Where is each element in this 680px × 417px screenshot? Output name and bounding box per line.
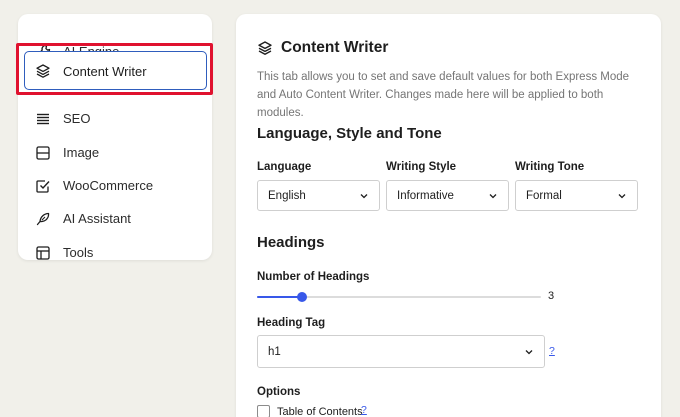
feather-icon xyxy=(35,211,51,227)
heading-tag-help-link[interactable]: ? xyxy=(549,345,555,357)
sidebar-item-seo[interactable]: SEO xyxy=(18,102,212,135)
chevron-down-icon xyxy=(618,194,626,199)
sidebar-item-label: Tools xyxy=(63,245,94,260)
language-label: Language xyxy=(257,161,312,173)
sidebar-item-label: Image xyxy=(63,145,100,160)
heading-tag-label: Heading Tag xyxy=(257,317,326,329)
writing-style-select-value: Informative xyxy=(397,189,454,202)
language-select[interactable]: English xyxy=(257,180,380,211)
page-title: Content Writer xyxy=(281,39,389,56)
sidebar-item-label: AI Assistant xyxy=(63,211,131,226)
chevron-down-icon xyxy=(360,194,368,199)
headings-slider-fill xyxy=(257,296,303,298)
heading-tag-select[interactable]: h1 xyxy=(257,335,545,368)
heading-tag-select-value: h1 xyxy=(268,345,281,358)
sidebar-item-label: WooCommerce xyxy=(63,178,154,193)
writing-tone-select[interactable]: Formal xyxy=(515,180,638,211)
lines-icon xyxy=(35,111,51,127)
language-select-value: English xyxy=(268,189,306,202)
layers-icon xyxy=(257,40,273,56)
image-icon xyxy=(35,145,51,161)
chevron-down-icon xyxy=(525,350,533,355)
number-of-headings-label: Number of Headings xyxy=(257,271,370,283)
headings-count-value: 3 xyxy=(548,290,555,302)
table-of-contents-help-link[interactable]: ? xyxy=(361,404,367,416)
writing-tone-select-value: Formal xyxy=(526,189,562,202)
writing-style-label: Writing Style xyxy=(386,161,457,173)
sidebar-item-woocommerce[interactable]: WooCommerce xyxy=(18,169,212,202)
chevron-down-icon xyxy=(489,194,497,199)
checkbox-icon xyxy=(35,178,51,194)
sidebar-item-image[interactable]: Image xyxy=(18,136,212,169)
sidebar-item-ai-assistant[interactable]: AI Assistant xyxy=(18,202,212,235)
headings-section-heading: Headings xyxy=(257,234,325,251)
sidebar-item-label: SEO xyxy=(63,111,91,126)
layout-icon xyxy=(35,245,51,261)
highlight-frame xyxy=(16,43,213,95)
sidebar-item-tools[interactable]: Tools xyxy=(18,236,212,269)
writing-tone-label: Writing Tone xyxy=(515,161,585,173)
options-label: Options xyxy=(257,386,301,398)
writing-style-select[interactable]: Informative xyxy=(386,180,509,211)
page-description: This tab allows you to set and save defa… xyxy=(257,71,630,119)
table-of-contents-label: Table of Contents xyxy=(277,406,363,417)
table-of-contents-checkbox[interactable] xyxy=(257,405,270,417)
language-section-heading: Language, Style and Tone xyxy=(257,125,442,142)
